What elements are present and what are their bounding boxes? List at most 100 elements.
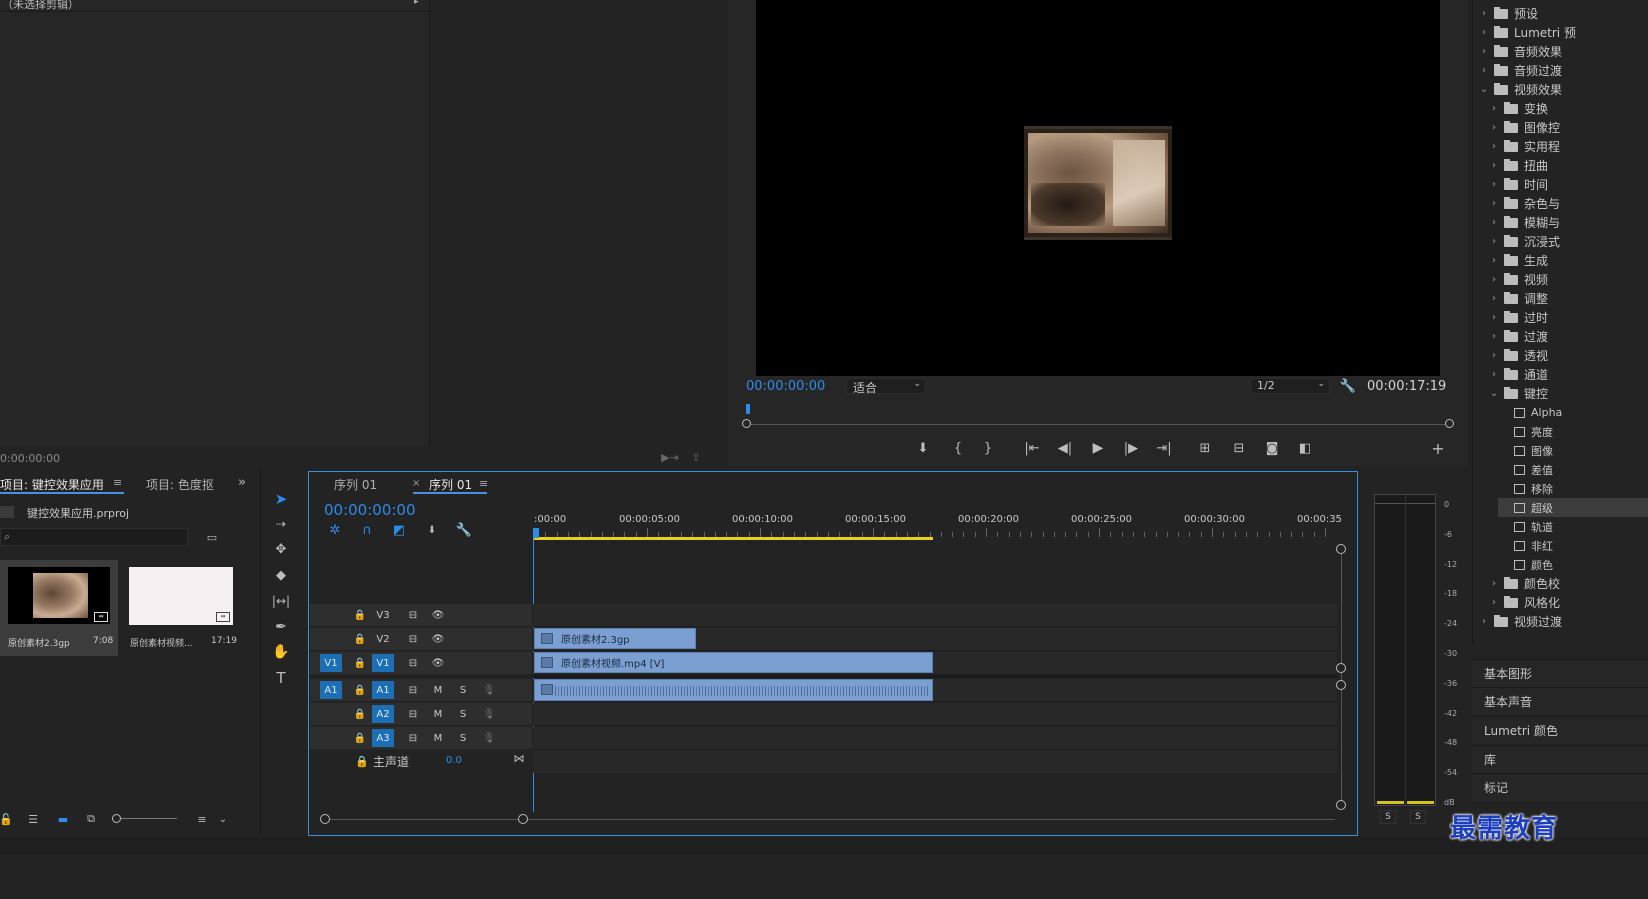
- sync-lock-icon[interactable]: ⊟: [402, 705, 424, 723]
- effects-tree-item[interactable]: 差值: [1498, 460, 1648, 479]
- solo-button[interactable]: S: [452, 729, 474, 747]
- lock-icon[interactable]: 🔒: [349, 705, 371, 723]
- effects-tree-item[interactable]: 轨道: [1498, 517, 1648, 536]
- selection-tool-icon[interactable]: ➤: [270, 489, 292, 509]
- export-frame-icon[interactable]: ⇪: [688, 450, 704, 464]
- effects-tree-item[interactable]: 移除: [1498, 479, 1648, 498]
- tab-markers[interactable]: 标记: [1472, 773, 1648, 801]
- effects-tree-item[interactable]: › 过渡: [1488, 327, 1648, 346]
- tab-project-active[interactable]: 项目: 键控效果应用: [0, 476, 104, 493]
- timeline-v-scrollbar[interactable]: [1341, 549, 1342, 805]
- zoom-slider-track[interactable]: [121, 818, 177, 819]
- sort-icon[interactable]: ≡: [194, 812, 210, 826]
- effects-tree-item[interactable]: 图像: [1498, 441, 1648, 460]
- solo-right-button[interactable]: S: [1410, 810, 1426, 824]
- timeline-clip-v1[interactable]: 原创素材视频.mp4 [V]: [534, 652, 933, 673]
- lift-icon[interactable]: ⊞: [1194, 440, 1216, 456]
- effects-tree-item[interactable]: › 杂色与: [1488, 194, 1648, 213]
- track-target-a2[interactable]: A2: [372, 705, 394, 723]
- tab-essential-sound[interactable]: 基本声音: [1472, 687, 1648, 715]
- eye-icon[interactable]: 👁: [427, 606, 449, 624]
- track-lane-v3[interactable]: [533, 604, 1337, 627]
- go-to-out-icon[interactable]: ⇥|: [1154, 440, 1174, 456]
- more-tabs-icon[interactable]: »: [238, 475, 246, 490]
- ripple-edit-tool-icon[interactable]: ✥: [270, 539, 292, 559]
- step-back-icon[interactable]: ◀|: [1056, 440, 1074, 456]
- sync-lock-icon[interactable]: ⊟: [402, 654, 424, 672]
- eye-icon[interactable]: 👁: [427, 630, 449, 648]
- effects-tree-item[interactable]: › 音频过渡: [1478, 61, 1648, 80]
- slip-tool-icon[interactable]: |↔|: [270, 591, 292, 611]
- track-target-a1[interactable]: A1: [372, 681, 394, 699]
- lock-icon[interactable]: 🔒: [349, 681, 371, 699]
- effects-tree-item[interactable]: › 通道: [1488, 365, 1648, 384]
- playhead-handle[interactable]: [533, 528, 539, 538]
- effects-tree-item[interactable]: › 预设: [1478, 4, 1648, 23]
- zoom-handle-right[interactable]: [1445, 419, 1454, 428]
- timeline-clip-a1[interactable]: [534, 679, 933, 701]
- list-view-icon[interactable]: ☰: [25, 812, 41, 826]
- camera-icon[interactable]: ◙: [1263, 440, 1281, 456]
- lock-icon[interactable]: 🔒: [349, 606, 371, 624]
- effects-tree-item[interactable]: › 视频过渡: [1478, 612, 1648, 631]
- track-target-a3[interactable]: A3: [372, 729, 394, 747]
- tab-sequence-inactive[interactable]: 序列 01: [334, 476, 377, 493]
- track-target-v3[interactable]: V3: [372, 606, 394, 624]
- effects-tree-item[interactable]: ⌄ 键控: [1488, 384, 1648, 403]
- resolution-select[interactable]: 1/2 ⌄: [1250, 378, 1330, 394]
- v-scroll-handle[interactable]: [1336, 800, 1346, 810]
- playhead-marker[interactable]: [746, 404, 750, 414]
- project-clip-card[interactable]: ⇹ 原创素材视频... 17:19: [120, 560, 238, 656]
- track-lane-a2[interactable]: [533, 703, 1337, 726]
- microphone-icon[interactable]: 🎙: [478, 705, 500, 723]
- effects-tree-item[interactable]: › 扭曲: [1488, 156, 1648, 175]
- panel-menu-icon[interactable]: ▸: [414, 0, 419, 7]
- add-button-icon[interactable]: +: [1430, 439, 1446, 458]
- solo-button[interactable]: S: [452, 681, 474, 699]
- tab-libraries[interactable]: 库: [1472, 745, 1648, 773]
- work-area-bar[interactable]: [533, 537, 933, 540]
- effects-tree-item[interactable]: › 音频效果: [1478, 42, 1648, 61]
- effects-tree-item[interactable]: › 实用程: [1488, 137, 1648, 156]
- effects-tree-item[interactable]: › 颜色校: [1488, 574, 1648, 593]
- timeline-clip-v2[interactable]: 原创素材2.3gp: [534, 628, 696, 649]
- lock-icon[interactable]: 🔓: [0, 812, 13, 826]
- sync-lock-icon[interactable]: ⊟: [402, 681, 424, 699]
- sync-lock-icon[interactable]: ⊟: [402, 606, 424, 624]
- sync-lock-icon[interactable]: ⊟: [402, 729, 424, 747]
- add-marker-icon[interactable]: ⬇: [915, 440, 931, 456]
- sync-lock-icon[interactable]: ⊟: [402, 630, 424, 648]
- tab-sequence-active[interactable]: 序列 01: [429, 476, 472, 493]
- program-scrubber[interactable]: [742, 404, 1454, 430]
- solo-left-button[interactable]: S: [1380, 810, 1396, 824]
- type-tool-icon[interactable]: T: [270, 668, 292, 688]
- track-target-v2[interactable]: V2: [372, 630, 394, 648]
- effects-tree-item[interactable]: › 视频: [1488, 270, 1648, 289]
- effects-tree-item[interactable]: › 时间: [1488, 175, 1648, 194]
- snap-magnet-icon[interactable]: ∩: [358, 522, 376, 538]
- effects-tree-item[interactable]: › 风格化: [1488, 593, 1648, 612]
- effects-tree-item[interactable]: › 沉浸式: [1488, 232, 1648, 251]
- mark-out-icon[interactable]: }: [980, 440, 996, 456]
- master-volume-value[interactable]: 0.0: [446, 755, 462, 766]
- v-scroll-handle[interactable]: [1336, 663, 1346, 673]
- chevron-down-icon[interactable]: ⌄: [217, 812, 229, 826]
- step-forward-icon[interactable]: |▶: [1122, 440, 1140, 456]
- solo-button[interactable]: S: [452, 705, 474, 723]
- zoom-slider-handle[interactable]: [112, 814, 121, 823]
- wrench-icon[interactable]: 🔧: [455, 522, 473, 538]
- track-target-v1[interactable]: V1: [372, 654, 394, 672]
- extract-icon[interactable]: ⊟: [1228, 440, 1250, 456]
- track-divider[interactable]: [533, 675, 1337, 678]
- go-to-in-icon[interactable]: |⇤: [1022, 440, 1042, 456]
- mark-in-icon[interactable]: {: [950, 440, 966, 456]
- linked-selection-icon[interactable]: ◩: [390, 522, 408, 538]
- zoom-handle-left[interactable]: [742, 419, 751, 428]
- h-scroll-handle-right[interactable]: [518, 814, 528, 824]
- effects-tree-item[interactable]: 亮度: [1498, 422, 1648, 441]
- new-bin-icon[interactable]: ▭: [203, 529, 221, 545]
- comparison-view-icon[interactable]: ◧: [1295, 440, 1315, 456]
- close-icon[interactable]: ×: [412, 478, 420, 489]
- effects-tree-item[interactable]: 非红: [1498, 536, 1648, 555]
- effects-tree-item[interactable]: Alpha: [1498, 403, 1648, 422]
